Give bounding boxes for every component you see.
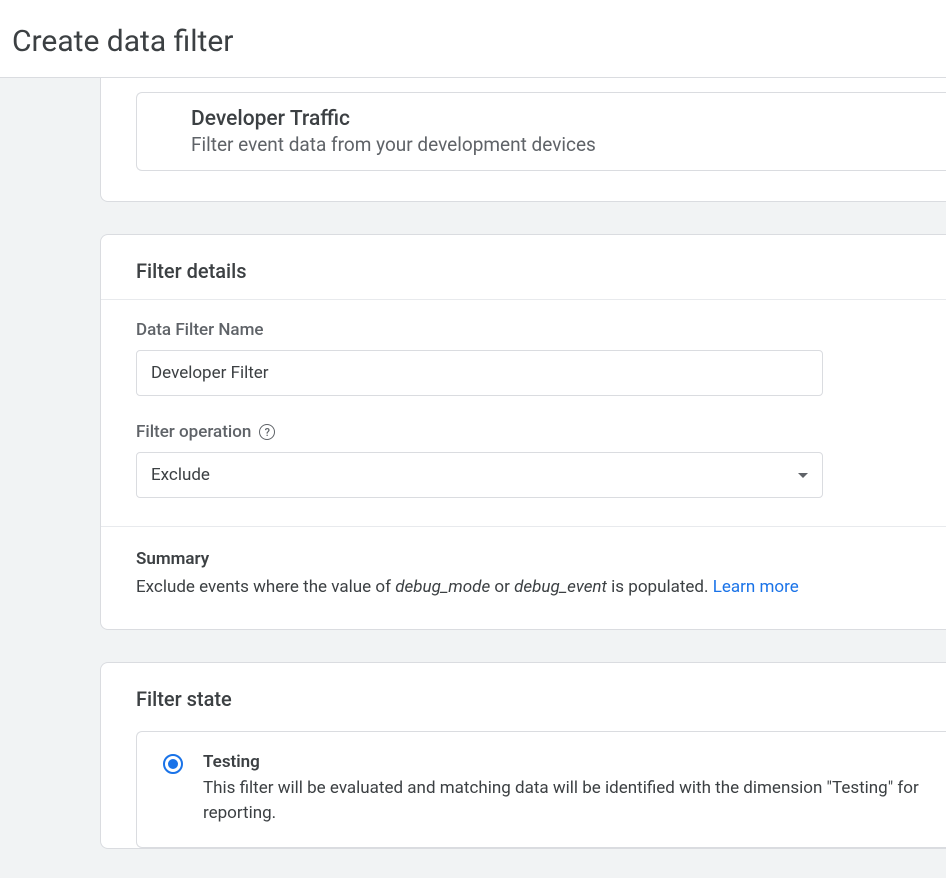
filter-type-option[interactable]: Developer Traffic Filter event data from…: [136, 92, 946, 171]
filter-type-card: Developer Traffic Filter event data from…: [100, 78, 946, 202]
learn-more-link[interactable]: Learn more: [713, 577, 799, 597]
summary-title: Summary: [136, 549, 911, 569]
summary-section: Summary Exclude events where the value o…: [101, 526, 946, 629]
filter-operation-select[interactable]: Exclude: [136, 452, 823, 498]
chevron-down-icon: [798, 473, 808, 478]
state-testing-option[interactable]: Testing This filter will be evaluated an…: [136, 731, 946, 848]
state-testing-title: Testing: [203, 752, 926, 772]
filter-operation-value: Exclude: [151, 465, 210, 485]
page-title: Create data filter: [12, 24, 934, 59]
filter-name-input[interactable]: [136, 350, 823, 396]
radio-button-testing[interactable]: [163, 754, 183, 774]
filter-operation-select-wrapper: Exclude: [136, 452, 823, 498]
summary-text: Exclude events where the value of debug_…: [136, 575, 911, 601]
summary-param2: debug_event: [514, 577, 607, 597]
filter-details-card: Filter details Data Filter Name Filter o…: [100, 234, 946, 630]
filter-name-field: Data Filter Name: [136, 320, 911, 396]
filter-name-label: Data Filter Name: [136, 320, 911, 340]
radio-selected-icon: [168, 759, 178, 769]
filter-operation-field: Filter operation ? Exclude: [136, 422, 911, 498]
help-icon[interactable]: ?: [259, 424, 275, 440]
filter-state-card: Filter state Testing This filter will be…: [100, 662, 946, 849]
content-area: Developer Traffic Filter event data from…: [0, 78, 946, 878]
filter-type-description: Filter event data from your development …: [191, 133, 926, 156]
radio-content: Testing This filter will be evaluated an…: [203, 752, 926, 827]
filter-details-header: Filter details: [101, 235, 946, 300]
filter-state-header: Filter state: [101, 663, 946, 731]
filter-type-title: Developer Traffic: [191, 107, 926, 131]
page-header: Create data filter: [0, 0, 946, 78]
filter-operation-label: Filter operation ?: [136, 422, 911, 442]
summary-param1: debug_mode: [395, 577, 490, 597]
state-testing-description: This filter will be evaluated and matchi…: [203, 776, 926, 827]
filter-details-form: Data Filter Name Filter operation ? Excl…: [101, 300, 946, 526]
